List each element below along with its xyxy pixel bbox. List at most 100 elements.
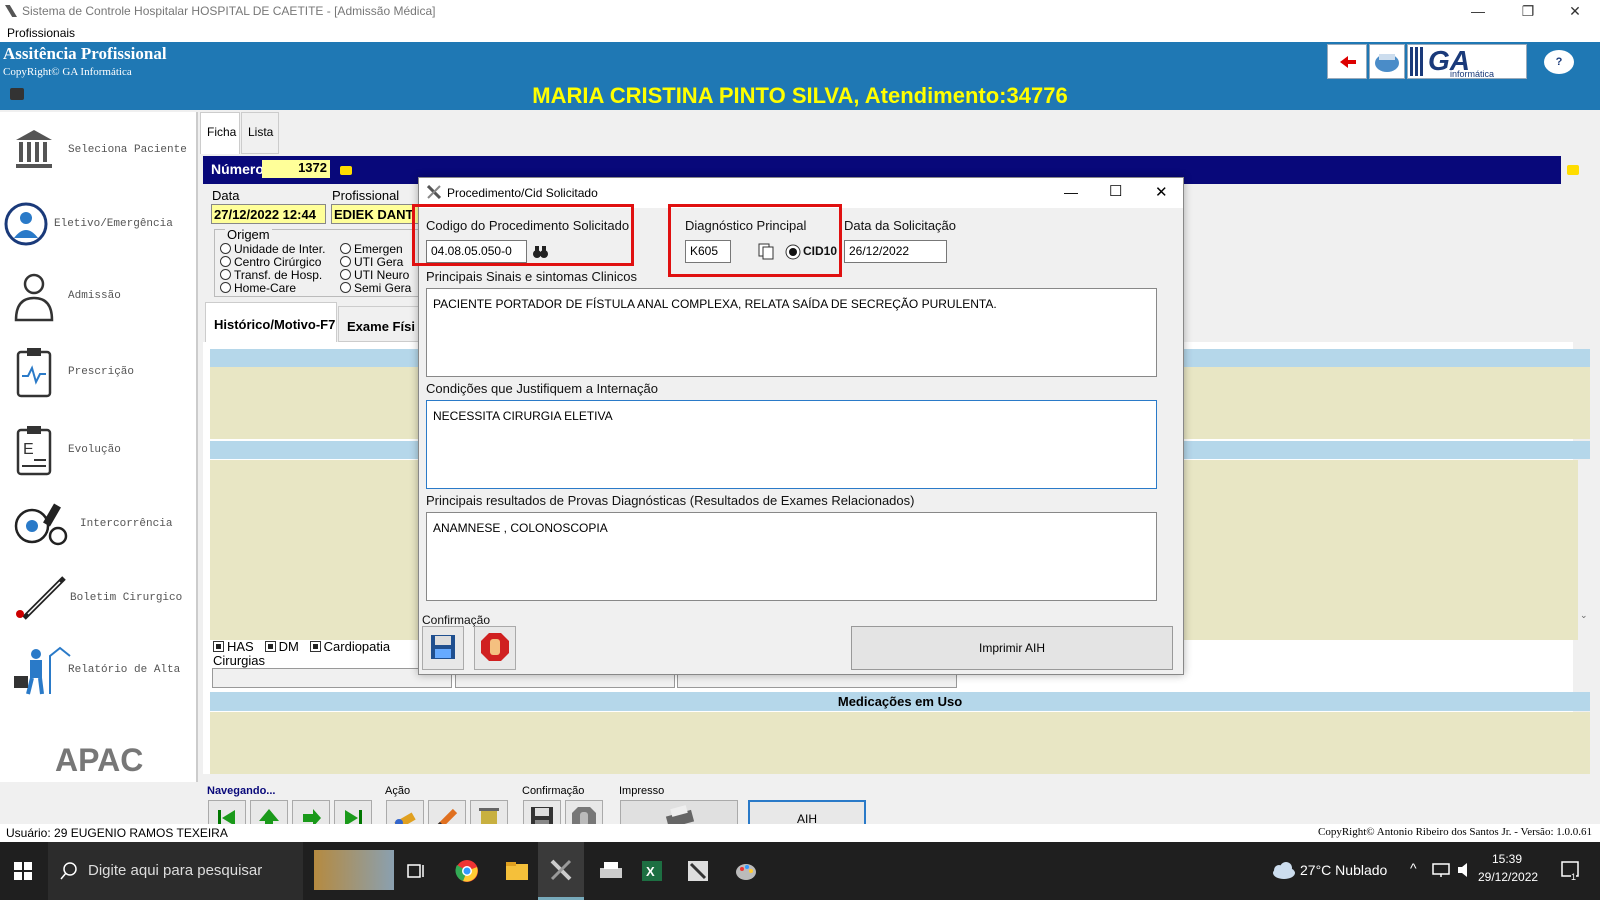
restore-button[interactable]: ❐	[1505, 0, 1551, 24]
chevron-up-icon[interactable]: ^	[1410, 860, 1417, 876]
radio-label: UTI Neuro	[354, 268, 410, 282]
close-button[interactable]: ✕	[1552, 0, 1598, 24]
data-field[interactable]: 27/12/2022 12:44	[211, 204, 326, 224]
radio-semi-geral[interactable]: Semi Gera	[340, 282, 418, 295]
check-label: Cardiopatia	[323, 639, 391, 654]
check-dm[interactable]: DM	[264, 639, 299, 654]
radio-label: Centro Cirúrgico	[234, 255, 322, 269]
chrome-icon[interactable]	[455, 859, 479, 883]
taskbar-app-active[interactable]	[538, 842, 584, 900]
scrollbar[interactable]: ⌄	[1578, 460, 1592, 640]
sidebar-item-admissao[interactable]: Admissão	[0, 262, 196, 332]
resultados-textarea[interactable]: ANAMNESE , COLONOSCOPIA	[426, 512, 1157, 601]
scalpel-icon	[16, 576, 66, 620]
sinais-label: Principais Sinais e sintomas Clinicos	[426, 269, 637, 284]
printer-icon[interactable]	[10, 88, 24, 100]
sidebar-item-label: Eletivo/Emergência	[54, 218, 173, 230]
radio-circle	[340, 243, 351, 254]
taskbar-search[interactable]: Digite aqui para pesquisar	[48, 842, 303, 900]
excel-icon[interactable]: X	[640, 859, 664, 883]
dialog-save-button[interactable]	[422, 626, 464, 670]
printer-app-icon[interactable]	[598, 860, 624, 882]
tab-ficha[interactable]: Ficha	[200, 112, 240, 154]
profissional-label: Profissional	[332, 188, 400, 203]
app-tool-icon	[550, 859, 572, 881]
radio-label: Unidade de Inter.	[234, 242, 326, 256]
origem-options-col2: Emergen UTI Gera UTI Neuro Semi Gera	[340, 243, 418, 295]
radio-circle	[340, 256, 351, 267]
clipboard-icon	[16, 348, 52, 398]
sinais-textarea[interactable]: PACIENTE PORTADOR DE FÍSTULA ANAL COMPLE…	[426, 288, 1157, 377]
app-tool-icon-2[interactable]	[686, 859, 710, 883]
notification-icon[interactable]	[1560, 860, 1580, 880]
radio-home-care[interactable]: Home-Care	[220, 282, 325, 295]
status-bar: Usuário: 29 EUGENIO RAMOS TEXEIRA CopyRi…	[0, 824, 1600, 842]
radio-circle	[340, 269, 351, 280]
profissional-field[interactable]: EDIEK DANT	[331, 204, 419, 224]
sidebar-item-evolucao[interactable]: E Evolução	[0, 416, 196, 486]
svg-text:X: X	[646, 864, 655, 879]
radio-circle	[220, 243, 231, 254]
condicoes-textarea[interactable]: NECESSITA CIRURGIA ELETIVA	[426, 400, 1157, 489]
news-widget-icon[interactable]	[314, 850, 394, 890]
cirurgias-label: Cirurgias	[213, 653, 266, 668]
menu-profissionais[interactable]: Profissionais	[7, 26, 75, 40]
dialog-close-button[interactable]: ✕	[1155, 183, 1168, 201]
condicoes-label: Condições que Justifiquem a Internação	[426, 381, 658, 396]
speaker-icon[interactable]	[1456, 862, 1474, 878]
checkbox	[213, 641, 224, 652]
back-button[interactable]	[1327, 44, 1367, 79]
sidebar-item-seleciona-paciente[interactable]: Seleciona Paciente	[0, 116, 196, 186]
origem-options-col1: Unidade de Inter. Centro Cirúrgico Trans…	[220, 243, 325, 295]
radio-circle	[220, 282, 231, 293]
check-has[interactable]: HAS	[213, 639, 254, 654]
weather-text[interactable]: 27°C Nublado	[1300, 862, 1387, 878]
medicacoes-textarea[interactable]	[210, 712, 1590, 774]
tab-lista[interactable]: Lista	[241, 112, 279, 154]
network-icon[interactable]	[1432, 862, 1450, 878]
sidebar-item-boletim-cirurgico[interactable]: Boletim Cirurgico	[0, 564, 196, 634]
cirurgia-field-1[interactable]	[212, 668, 452, 688]
tools-button[interactable]	[1369, 44, 1405, 79]
ga-logo: GA informática	[1407, 44, 1527, 79]
status-user: Usuário: 29 EUGENIO RAMOS TEXEIRA	[6, 826, 228, 840]
sidebar-item-relatorio-alta[interactable]: Relatório de Alta	[0, 636, 196, 706]
sidebar-item-eletivo-emergencia[interactable]: Eletivo/Emergência	[0, 190, 196, 260]
apac-link[interactable]: APAC	[55, 742, 143, 779]
patient-banner: MARIA CRISTINA PINTO SILVA, Atendimento:…	[0, 80, 1600, 110]
data-solicitacao-label: Data da Solicitação	[844, 218, 957, 233]
imprimir-aih-button[interactable]: Imprimir AIH	[851, 626, 1173, 670]
acao-label: Ação	[385, 785, 411, 797]
tab-historico[interactable]: Histórico/Motivo-F7	[205, 302, 337, 342]
origem-label: Origem	[225, 227, 272, 242]
procedimento-dialog: Procedimento/Cid Solicitado — ☐ ✕ Codigo…	[412, 177, 1184, 675]
clock-time[interactable]: 15:39	[1492, 852, 1522, 866]
dialog-minimize-button[interactable]: —	[1064, 184, 1078, 200]
svg-text:E: E	[23, 441, 34, 458]
tab-exame-fisico[interactable]: Exame Físi	[338, 306, 420, 342]
dialog-maximize-button[interactable]: ☐	[1109, 182, 1122, 200]
help-button[interactable]: ?	[1530, 44, 1590, 79]
check-cardiopatia[interactable]: Cardiopatia	[309, 639, 391, 654]
sidebar-item-prescricao[interactable]: Prescrição	[0, 338, 196, 408]
sidebar-item-label: Prescrição	[68, 366, 135, 378]
impresso-label: Impresso	[619, 785, 665, 797]
medicacoes-header: Medicações em Uso	[210, 692, 1590, 711]
task-view-icon[interactable]	[406, 861, 426, 881]
notification-count: 1	[1571, 872, 1577, 882]
numero-field[interactable]: 1372	[262, 160, 330, 178]
sidebar-item-intercorrencia[interactable]: Intercorrência	[0, 490, 196, 560]
windows-start-icon[interactable]	[14, 862, 32, 880]
sidebar-item-label: Admissão	[68, 290, 121, 302]
highlight-codigo	[412, 204, 634, 266]
clock-date[interactable]: 29/12/2022	[1478, 870, 1538, 884]
paint-icon[interactable]	[734, 859, 758, 883]
file-explorer-icon[interactable]	[505, 860, 529, 882]
dialog-cancel-button[interactable]	[474, 626, 516, 670]
ga-logo-icon: GA informática	[1410, 45, 1494, 79]
radio-label: Transf. de Hosp.	[234, 268, 323, 282]
sidebar: Seleciona Paciente Eletivo/Emergência Ad…	[0, 112, 198, 782]
data-solicitacao-input[interactable]: 26/12/2022	[844, 240, 947, 263]
minimize-button[interactable]: —	[1455, 0, 1501, 24]
sidebar-item-label: Relatório de Alta	[68, 664, 181, 676]
